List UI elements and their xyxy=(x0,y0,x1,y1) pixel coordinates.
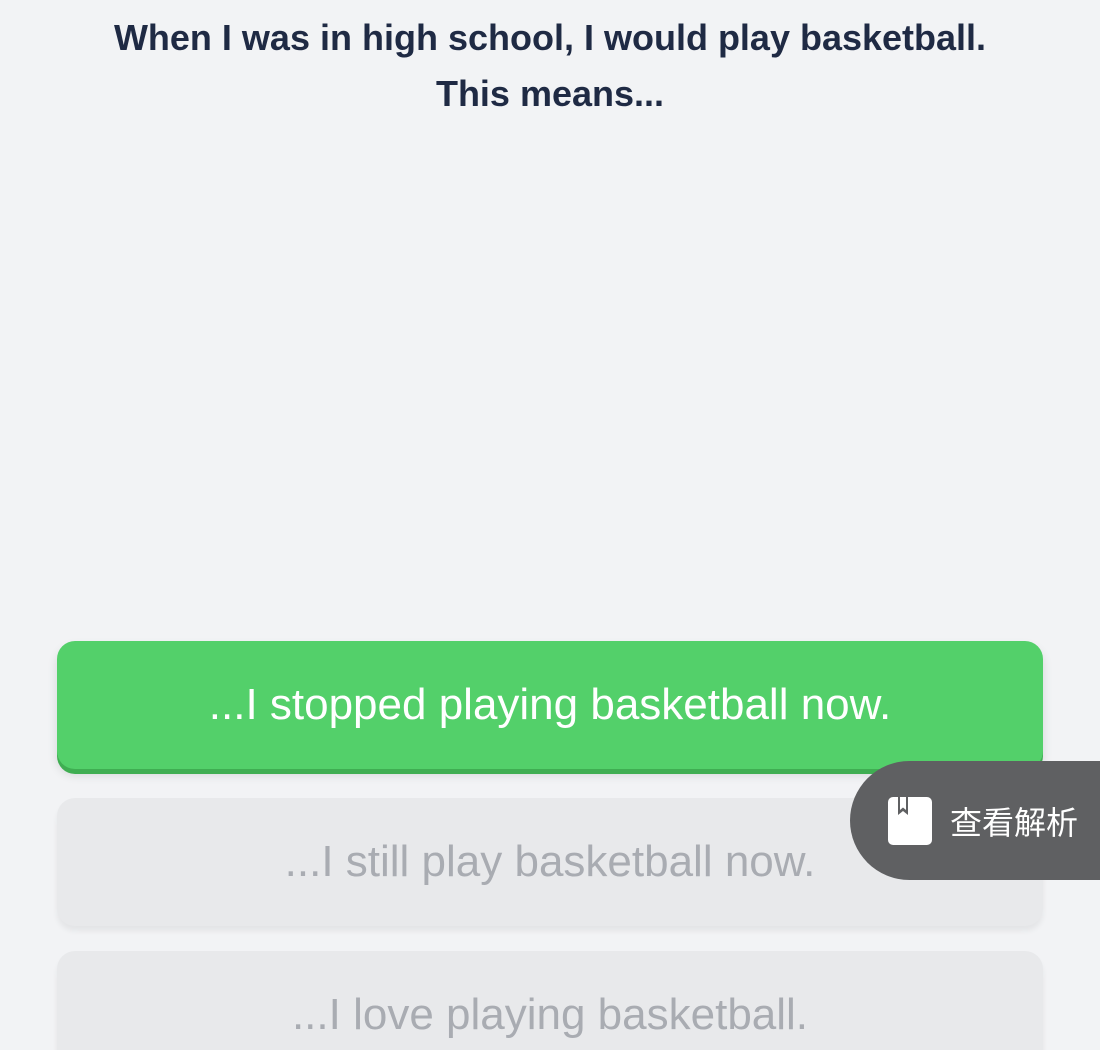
answer-option-3[interactable]: ...I love playing basketball. xyxy=(57,951,1043,1050)
question-line-2: This means... xyxy=(435,73,665,114)
question-prompt: When I was in high school, I would play … xyxy=(0,10,1100,122)
answer-option-3-label: ...I love playing basketball. xyxy=(291,990,809,1039)
answer-option-1-label: ...I stopped playing basketball now. xyxy=(208,680,892,729)
view-explanation-label: 查看解析 xyxy=(950,804,1079,841)
bookmark-book-icon xyxy=(888,796,932,845)
question-line-1: When I was in high school, I would play … xyxy=(113,17,987,58)
view-explanation-button[interactable]: 查看解析 xyxy=(850,761,1100,880)
answer-option-2-label: ...I still play basketball now. xyxy=(284,837,816,886)
quiz-screen: When I was in high school, I would play … xyxy=(0,0,1100,1050)
answer-option-1[interactable]: ...I stopped playing basketball now. xyxy=(57,641,1043,769)
